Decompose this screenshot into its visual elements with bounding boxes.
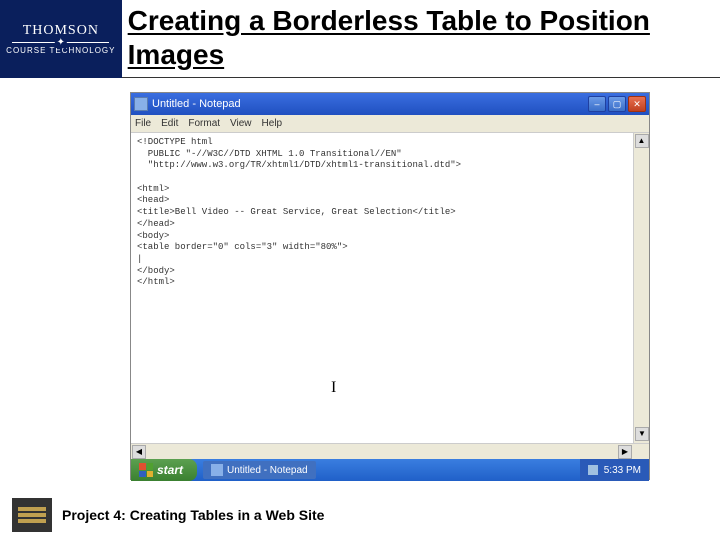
menu-format[interactable]: Format [188,118,220,129]
taskbar-app[interactable]: Untitled - Notepad [203,461,316,479]
scroll-up-icon[interactable]: ▲ [635,134,649,148]
resize-corner[interactable] [633,444,649,459]
start-button[interactable]: start [131,459,197,481]
window-controls: – ▢ ✕ [588,96,646,112]
tray-icon[interactable] [588,465,598,475]
taskbar-app-label: Untitled - Notepad [227,465,308,476]
slide-footer: Project 4: Creating Tables in a Web Site [0,498,720,532]
clock: 5:33 PM [604,465,641,476]
vertical-scrollbar[interactable]: ▲ ▼ [633,133,649,443]
scroll-down-icon[interactable]: ▼ [635,427,649,441]
scroll-right-icon[interactable]: ▶ [618,445,632,459]
menu-view[interactable]: View [230,118,252,129]
window-titlebar[interactable]: Untitled - Notepad – ▢ ✕ [131,93,649,115]
thomson-logo: THOMSON ✦ COURSE TECHNOLOGY [0,0,122,78]
start-label: start [157,463,183,477]
menu-bar: File Edit Format View Help [131,115,649,133]
horizontal-scrollbar[interactable]: ◀ ▶ [131,443,649,459]
series-logo [12,498,52,532]
scroll-left-icon[interactable]: ◀ [132,445,146,459]
minimize-button[interactable]: – [588,96,606,112]
window-title: Untitled - Notepad [152,98,588,110]
close-button[interactable]: ✕ [628,96,646,112]
text-cursor-icon: I [331,379,336,397]
editor-area: <!DOCTYPE html PUBLIC "-//W3C//DTD XHTML… [131,133,649,443]
menu-help[interactable]: Help [262,118,283,129]
footer-text: Project 4: Creating Tables in a Web Site [62,507,324,523]
logo-divider: ✦ [12,42,109,43]
maximize-button[interactable]: ▢ [608,96,626,112]
notepad-window: Untitled - Notepad – ▢ ✕ File Edit Forma… [130,92,650,480]
menu-file[interactable]: File [135,118,151,129]
windows-taskbar: start Untitled - Notepad 5:33 PM [131,459,649,481]
notepad-icon [134,97,148,111]
star-icon: ✦ [55,37,67,48]
system-tray[interactable]: 5:33 PM [580,459,649,481]
menu-edit[interactable]: Edit [161,118,178,129]
slide-header: THOMSON ✦ COURSE TECHNOLOGY Creating a B… [0,0,720,78]
slide-title: Creating a Borderless Table to Position … [122,0,720,75]
text-editor[interactable]: <!DOCTYPE html PUBLIC "-//W3C//DTD XHTML… [131,133,633,443]
taskbar-app-icon [211,464,223,476]
windows-logo-icon [139,463,153,477]
scroll-track[interactable] [147,444,617,459]
